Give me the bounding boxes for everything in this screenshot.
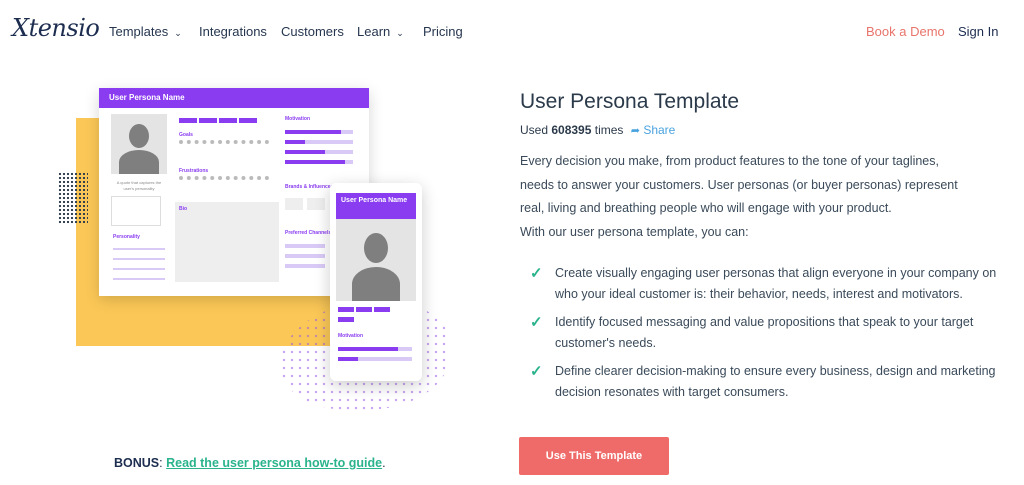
avatar-body-icon bbox=[352, 267, 400, 301]
phone-motivation-bar-fill bbox=[338, 347, 398, 351]
bonus-suffix: . bbox=[382, 456, 386, 470]
persona-demographics bbox=[111, 196, 161, 226]
phone-motivation-bar-fill bbox=[338, 357, 358, 361]
channel-bar bbox=[285, 244, 325, 248]
section-bio: Bio bbox=[179, 206, 188, 212]
tag-pill bbox=[239, 118, 257, 123]
nav-pricing-label: Pricing bbox=[423, 24, 463, 39]
description-line: With our user persona template, you can: bbox=[520, 224, 749, 239]
benefits-checklist: ✓ Create visually engaging user personas… bbox=[530, 263, 1000, 410]
personality-slider bbox=[113, 258, 165, 260]
checklist-text: Create visually engaging user personas t… bbox=[555, 266, 997, 301]
decorative-dot-grid bbox=[58, 172, 88, 224]
nav-learn[interactable]: Learn ⌄ bbox=[357, 24, 404, 39]
page-title: User Persona Template bbox=[520, 90, 740, 113]
chevron-down-icon: ⌄ bbox=[396, 28, 404, 38]
description-line: real, living and breathing people who wi… bbox=[520, 201, 892, 215]
description-line: Every decision you make, from product fe… bbox=[520, 154, 939, 168]
share-link[interactable]: ➦ Share bbox=[631, 123, 676, 137]
used-suffix: times bbox=[594, 123, 624, 137]
tag-pill bbox=[219, 118, 237, 123]
bonus-label: BONUS bbox=[114, 456, 160, 470]
phone-section-motivation: Motivation bbox=[338, 333, 363, 339]
chevron-down-icon: ⌄ bbox=[174, 28, 182, 38]
persona-doc-title: User Persona Name bbox=[99, 88, 369, 108]
frustrations-text bbox=[179, 176, 269, 196]
checklist-item: ✓ Create visually engaging user personas… bbox=[530, 263, 1000, 305]
bio-panel bbox=[175, 202, 279, 282]
tag-pill bbox=[338, 317, 354, 322]
brand-logo-box bbox=[307, 198, 325, 210]
tag-pill bbox=[199, 118, 217, 123]
nav-templates[interactable]: Templates ⌄ bbox=[109, 24, 182, 39]
section-channels: Preferred Channels bbox=[285, 230, 332, 236]
checkmark-icon: ✓ bbox=[530, 314, 543, 331]
persona-photo-placeholder bbox=[111, 114, 167, 174]
channel-bar bbox=[285, 254, 325, 258]
personality-slider bbox=[113, 268, 165, 270]
nav-pricing[interactable]: Pricing bbox=[423, 24, 463, 39]
usage-count-line: Used 608395 times ➦ Share bbox=[520, 123, 675, 137]
section-brands: Brands & Influencers bbox=[285, 184, 336, 190]
section-personality: Personality bbox=[113, 234, 140, 240]
book-demo-link[interactable]: Book a Demo bbox=[866, 24, 945, 39]
channel-bar bbox=[285, 264, 325, 268]
top-navigation: Xtensio Templates ⌄ Integrations Customer… bbox=[0, 0, 1024, 62]
bonus-line: BONUS: Read the user persona how-to guid… bbox=[114, 456, 386, 470]
nav-integrations[interactable]: Integrations bbox=[199, 24, 267, 39]
share-label: Share bbox=[643, 123, 676, 137]
goals-text bbox=[179, 140, 269, 160]
how-to-guide-link[interactable]: Read the user persona how-to guide bbox=[166, 456, 382, 470]
avatar-body-icon bbox=[119, 150, 159, 174]
checklist-text: Identify focused messaging and value pro… bbox=[555, 315, 974, 350]
used-count: 608395 bbox=[551, 123, 592, 137]
personality-slider bbox=[113, 248, 165, 250]
nav-learn-label: Learn bbox=[357, 24, 391, 39]
persona-quote: A quote that captures the user's persona… bbox=[116, 180, 162, 191]
use-template-button[interactable]: Use This Template bbox=[519, 437, 669, 475]
xtensio-logo[interactable]: Xtensio bbox=[12, 14, 100, 42]
motivation-bar-fill bbox=[285, 150, 325, 154]
tag-pill bbox=[338, 307, 354, 312]
motivation-bar-fill bbox=[285, 140, 305, 144]
personality-slider bbox=[113, 278, 165, 280]
checkmark-icon: ✓ bbox=[530, 363, 543, 380]
avatar-head-icon bbox=[129, 124, 149, 148]
brand-logo-box bbox=[285, 198, 303, 210]
motivation-bar-fill bbox=[285, 130, 341, 134]
share-icon: ➦ bbox=[630, 125, 640, 137]
avatar-head-icon bbox=[364, 233, 388, 263]
section-goals: Goals bbox=[179, 132, 193, 138]
tag-pill bbox=[374, 307, 390, 312]
motivation-bar-fill bbox=[285, 160, 345, 164]
tag-pill bbox=[179, 118, 197, 123]
section-motivation: Motivation bbox=[285, 116, 310, 122]
tag-pill bbox=[356, 307, 372, 312]
section-frustrations: Frustrations bbox=[179, 168, 209, 174]
phone-persona-title: User Persona Name bbox=[336, 193, 416, 219]
nav-customers-label: Customers bbox=[281, 24, 344, 39]
phone-photo-placeholder bbox=[336, 219, 416, 301]
checklist-text: Define clearer decision-making to ensure… bbox=[555, 364, 996, 399]
description-line: needs to answer your customers. User per… bbox=[520, 177, 958, 192]
nav-integrations-label: Integrations bbox=[199, 24, 267, 39]
mobile-persona-preview: User Persona Name Motivation bbox=[330, 183, 422, 381]
nav-templates-label: Templates bbox=[109, 24, 169, 39]
nav-customers[interactable]: Customers bbox=[281, 24, 344, 39]
checkmark-icon: ✓ bbox=[530, 265, 543, 282]
template-description: Every decision you make, from product fe… bbox=[520, 150, 1000, 244]
sign-in-link[interactable]: Sign In bbox=[958, 24, 998, 39]
used-prefix: Used bbox=[520, 123, 549, 137]
persona-template-preview: User Persona Name A quote that captures … bbox=[99, 88, 369, 296]
checklist-item: ✓ Identify focused messaging and value p… bbox=[530, 312, 1000, 354]
checklist-item: ✓ Define clearer decision-making to ensu… bbox=[530, 361, 1000, 403]
